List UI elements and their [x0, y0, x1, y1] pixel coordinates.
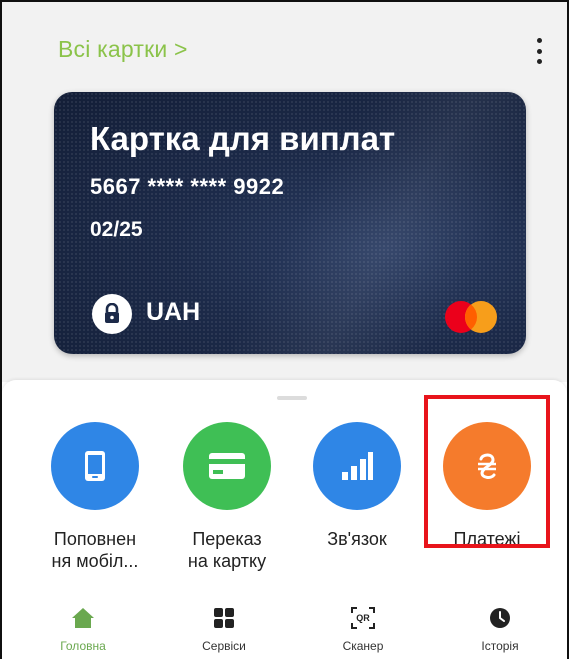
- nav-history[interactable]: Історія: [455, 605, 545, 653]
- card-number: 5667 **** **** 9922: [90, 174, 285, 199]
- bottom-navigation: Головна Сервіси QR Сканер Історія: [2, 595, 567, 659]
- lock-icon[interactable]: [92, 294, 132, 334]
- credit-card-icon: [183, 422, 271, 510]
- grid-icon: [179, 605, 269, 631]
- home-icon: [38, 605, 128, 631]
- card-currency: UAH: [146, 298, 201, 326]
- nav-services[interactable]: Сервіси: [179, 605, 269, 653]
- action-label: Переказ на картку: [187, 529, 267, 571]
- svg-text:QR: QR: [356, 613, 370, 623]
- action-mobile-topup[interactable]: Поповнен ня мобіл...: [40, 422, 150, 572]
- clock-icon: [455, 605, 545, 631]
- payments-highlight-box: [424, 395, 550, 548]
- card-expiry: 02/25: [90, 218, 143, 241]
- nav-scanner[interactable]: QR Сканер: [318, 605, 408, 653]
- nav-label: Сканер: [342, 639, 384, 653]
- nav-label: Історія: [481, 639, 519, 653]
- qr-scanner-icon: QR: [318, 605, 408, 631]
- payment-card[interactable]: Картка для виплат 5667 **** **** 9922 02…: [54, 92, 526, 354]
- nav-label: Сервіси: [202, 639, 246, 653]
- card-title: Картка для виплат: [90, 120, 396, 157]
- action-connection[interactable]: Зв'язок: [302, 422, 412, 550]
- action-card-transfer[interactable]: Переказ на картку: [172, 422, 282, 572]
- mobile-phone-icon: [51, 422, 139, 510]
- nav-home[interactable]: Головна: [38, 605, 128, 653]
- more-menu-icon[interactable]: [533, 38, 545, 64]
- action-label: Поповнен ня мобіл...: [51, 529, 139, 571]
- signal-bars-icon: [313, 422, 401, 510]
- mastercard-logo: [445, 301, 497, 333]
- action-label: Зв'язок: [327, 529, 387, 549]
- all-cards-link[interactable]: Всі картки >: [58, 36, 188, 63]
- sheet-drag-handle[interactable]: [277, 396, 307, 400]
- nav-label: Головна: [60, 639, 106, 653]
